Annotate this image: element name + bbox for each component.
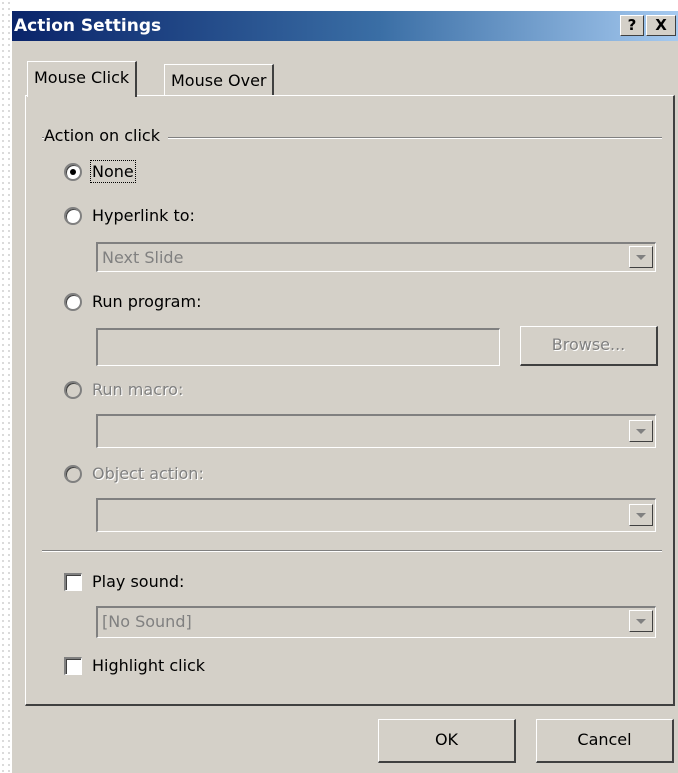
hyperlink-select-value: Next Slide (102, 248, 184, 267)
cancel-button-label: Cancel (577, 730, 632, 749)
close-button[interactable]: X (646, 15, 676, 36)
chevron-down-icon (636, 428, 646, 434)
ok-button-label: OK (434, 730, 459, 749)
radio-object-action-label: Object action: (92, 464, 204, 483)
radio-run-macro-label: Run macro: (92, 380, 184, 399)
tab-mouse-over[interactable]: Mouse Over (164, 64, 275, 97)
chevron-down-icon (636, 512, 646, 518)
radio-none-button[interactable] (64, 162, 82, 181)
radio-none-label: None (90, 160, 136, 183)
window-title: Action Settings (14, 16, 162, 36)
radio-run-macro-button[interactable] (64, 380, 82, 399)
tab-mouse-over-label: Mouse Over (171, 71, 267, 90)
highlight-click-checkbox[interactable] (64, 656, 82, 675)
radio-hyperlink-label: Hyperlink to: (92, 206, 195, 225)
radio-run-program-label: Run program: (92, 292, 202, 311)
browse-button-label: Browse... (551, 335, 626, 354)
radio-object-action-button[interactable] (64, 464, 82, 483)
chevron-down-icon (636, 254, 646, 260)
title-bar[interactable]: Action Settings ? X (12, 11, 678, 41)
tab-mouse-click-label: Mouse Click (34, 68, 130, 87)
radio-hyperlink[interactable]: Hyperlink to: (64, 206, 195, 225)
play-sound-checkbox[interactable] (64, 572, 82, 591)
action-settings-dialog: Action Settings ? X Mouse Click Mouse Ov… (11, 10, 678, 773)
radio-run-program[interactable]: Run program: (64, 292, 201, 311)
macro-dropdown-button[interactable] (629, 420, 653, 442)
cancel-button[interactable]: Cancel (536, 719, 674, 763)
radio-none[interactable]: None (64, 160, 136, 183)
radio-run-macro[interactable]: Run macro: (64, 380, 183, 399)
radio-object-action[interactable]: Object action: (64, 464, 204, 483)
macro-select[interactable] (96, 414, 656, 448)
help-icon: ? (627, 16, 637, 34)
sound-select-value: [No Sound] (102, 612, 192, 631)
ok-button[interactable]: OK (378, 719, 516, 763)
sound-select[interactable]: [No Sound] (96, 606, 656, 638)
close-icon: X (655, 16, 667, 34)
help-button[interactable]: ? (620, 15, 644, 36)
chevron-down-icon (636, 618, 646, 624)
group-label: Action on click (44, 126, 168, 145)
radio-hyperlink-button[interactable] (64, 206, 82, 225)
sound-dropdown-button[interactable] (629, 610, 653, 632)
radio-run-program-button[interactable] (64, 292, 82, 311)
object-action-select[interactable] (96, 498, 656, 532)
hyperlink-select[interactable]: Next Slide (96, 242, 656, 272)
object-action-dropdown-button[interactable] (629, 504, 653, 526)
browse-button[interactable]: Browse... (520, 326, 658, 366)
radio-selected-dot (70, 168, 76, 175)
section-separator (42, 550, 662, 552)
tab-mouse-click[interactable]: Mouse Click (27, 61, 138, 97)
highlight-click-checkbox-row[interactable]: Highlight click (64, 656, 205, 675)
run-program-input[interactable] (96, 328, 500, 366)
highlight-click-label: Highlight click (92, 656, 206, 675)
play-sound-checkbox-row[interactable]: Play sound: (64, 572, 184, 591)
play-sound-label: Play sound: (92, 572, 185, 591)
tab-panel: Action on click None Hyperlink to: Next … (25, 95, 675, 706)
hyperlink-dropdown-button[interactable] (629, 246, 653, 268)
